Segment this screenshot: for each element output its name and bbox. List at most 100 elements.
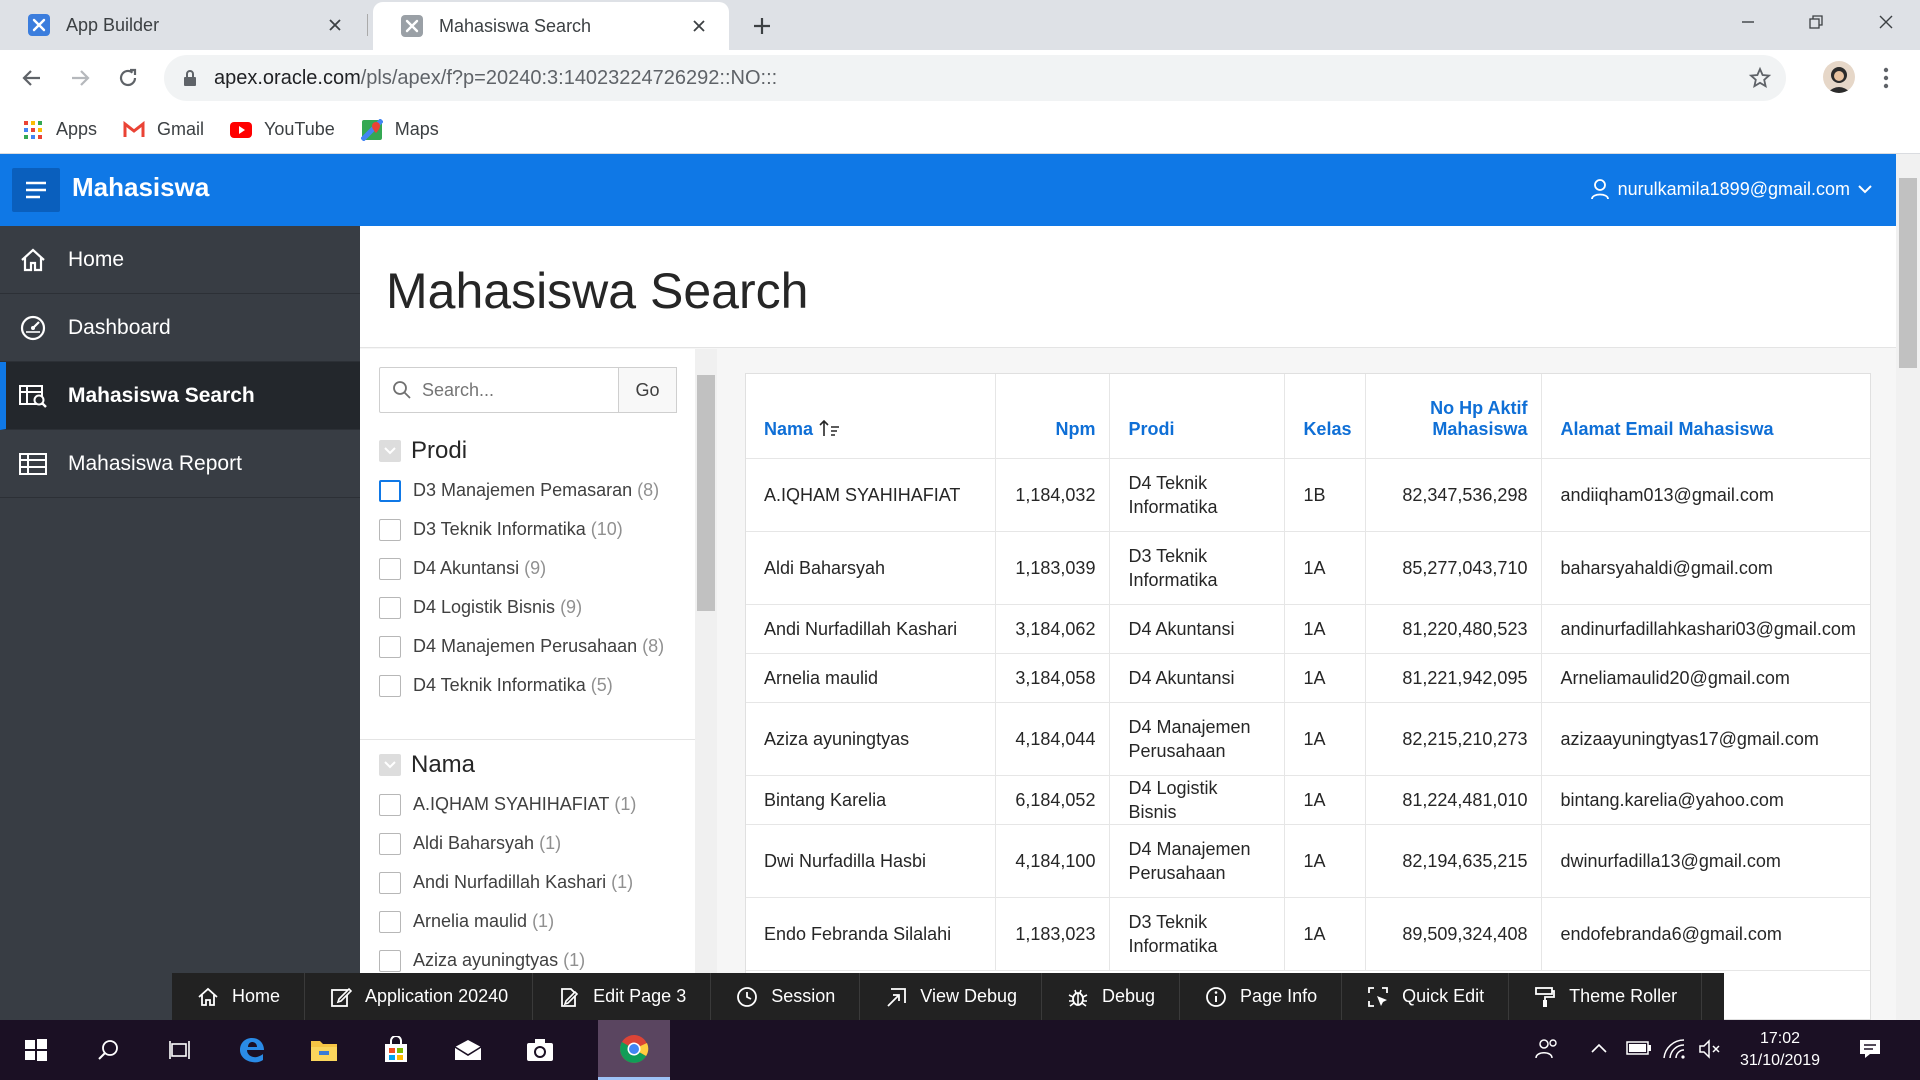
window-close-icon[interactable] [1852, 0, 1920, 44]
dev-view-debug-button[interactable]: View Debug [860, 973, 1042, 1020]
bookmark-youtube[interactable]: YouTube [230, 119, 335, 141]
scrollbar-thumb[interactable] [697, 375, 715, 611]
cell-email: endofebranda6@gmail.com [1541, 897, 1870, 971]
restore-icon[interactable] [1782, 0, 1850, 44]
cell-prodi: D4 Teknik Informatika [1109, 458, 1286, 532]
dev-button-label: Home [232, 986, 281, 1006]
dev-settings-button[interactable] [1702, 973, 1774, 1020]
profile-avatar[interactable] [1823, 61, 1855, 93]
dev-quick-edit-button[interactable]: Quick Edit [1342, 973, 1510, 1020]
task-view-icon[interactable] [144, 1020, 216, 1080]
bookmark-gmail[interactable]: Gmail [123, 119, 204, 141]
cell-npm: 1,184,032 [995, 458, 1111, 532]
column-header-email[interactable]: Alamat Email Mahasiswa [1541, 374, 1870, 459]
dev-theme-roller-button[interactable]: Theme Roller [1509, 973, 1703, 1020]
table-row: Aziza ayuningtyas 4,184,044 D4 Manajemen… [746, 702, 1870, 776]
scrollbar-thumb[interactable] [1899, 178, 1917, 368]
facet-option[interactable]: A.IQHAM SYAHIHAFIAT (1) [360, 785, 695, 824]
facet-option[interactable]: D4 Logistik Bisnis (9) [360, 588, 695, 627]
store-icon[interactable] [360, 1020, 432, 1080]
browser-tab-mahasiswa-search[interactable]: Mahasiswa Search [373, 2, 729, 50]
checkbox[interactable] [379, 596, 401, 619]
cell-nama: Andi Nurfadillah Kashari [746, 604, 997, 654]
column-header-nama[interactable]: Nama [746, 374, 997, 459]
user-menu[interactable]: nurulkamila1899@gmail.com [1590, 178, 1872, 200]
checkbox[interactable] [379, 479, 401, 502]
browser-tab-app-builder[interactable]: App Builder [0, 0, 365, 50]
close-icon[interactable] [687, 14, 711, 38]
column-header-kelas[interactable]: Kelas [1284, 374, 1367, 459]
checkbox[interactable] [379, 832, 401, 855]
column-header-no-hp[interactable]: No Hp Aktif Mahasiswa [1365, 374, 1543, 459]
checkbox[interactable] [379, 518, 401, 541]
checkbox[interactable] [379, 910, 401, 933]
minimize-icon[interactable] [1714, 0, 1782, 44]
facet-option[interactable]: D4 Manajemen Perusahaan (8) [360, 627, 695, 666]
edge-browser-icon[interactable] [216, 1020, 288, 1080]
checkbox[interactable] [379, 949, 401, 972]
search-input[interactable] [422, 379, 602, 401]
nav-item-home[interactable]: Home [0, 226, 360, 294]
facet-header-prodi[interactable]: Prodi [360, 431, 695, 471]
mail-icon[interactable] [432, 1020, 504, 1080]
star-icon[interactable] [1748, 66, 1772, 90]
menu-toggle-icon[interactable] [12, 168, 60, 212]
column-header-prodi[interactable]: Prodi [1109, 374, 1286, 459]
clock-icon [735, 985, 759, 1009]
battery-icon[interactable] [1626, 1040, 1652, 1056]
column-header-npm[interactable]: Npm [995, 374, 1111, 459]
facet-scrollbar[interactable] [695, 349, 717, 1020]
dev-application-button[interactable]: Application 20240 [305, 973, 534, 1020]
facet-option[interactable]: D4 Akuntansi (9) [360, 549, 695, 588]
forward-arrow-icon[interactable] [62, 60, 98, 96]
checkbox[interactable] [379, 871, 401, 894]
nav-item-dashboard[interactable]: Dashboard [0, 294, 360, 362]
people-icon[interactable] [1535, 1038, 1559, 1060]
windows-start-icon[interactable] [0, 1020, 72, 1080]
file-explorer-icon[interactable] [288, 1020, 360, 1080]
facet-option[interactable]: D4 Teknik Informatika (5) [360, 666, 695, 705]
bookmark-apps[interactable]: Apps [22, 119, 97, 141]
wifi-icon[interactable] [1662, 1038, 1686, 1060]
address-bar[interactable]: apex.oracle.com/pls/apex/f?p=20240:3:140… [164, 55, 1786, 101]
dev-debug-button[interactable]: Debug [1042, 973, 1181, 1020]
gear-icon [1726, 985, 1750, 1009]
facet-option[interactable]: Arnelia maulid (1) [360, 902, 695, 941]
reload-icon[interactable] [110, 60, 146, 96]
go-button[interactable]: Go [619, 367, 677, 413]
facet-header-nama[interactable]: Nama [360, 745, 695, 785]
nav-item-mahasiswa-search[interactable]: Mahasiswa Search [0, 362, 360, 430]
search-icon[interactable] [72, 1020, 144, 1080]
cell-no-hp: 82,347,536,298 [1365, 458, 1543, 532]
nav-item-mahasiswa-report[interactable]: Mahasiswa Report [0, 430, 360, 498]
dev-page-info-button[interactable]: Page Info [1180, 973, 1343, 1020]
checkbox[interactable] [379, 674, 401, 697]
volume-muted-icon[interactable] [1698, 1038, 1722, 1060]
close-icon[interactable] [323, 13, 347, 37]
facet-option-label: Andi Nurfadillah Kashari [413, 872, 607, 892]
edit-page-icon [557, 985, 581, 1009]
dev-edit-page-button[interactable]: Edit Page 3 [533, 973, 712, 1020]
chrome-icon[interactable] [598, 1020, 670, 1080]
dev-session-button[interactable]: Session [711, 973, 861, 1020]
system-clock[interactable]: 17:02 31/10/2019 [1720, 1028, 1840, 1072]
back-arrow-icon[interactable] [14, 60, 50, 96]
more-menu-icon[interactable] [1876, 62, 1896, 94]
facet-option[interactable]: Andi Nurfadillah Kashari (1) [360, 863, 695, 902]
chevron-up-icon[interactable] [1590, 1042, 1608, 1054]
search-field[interactable] [379, 367, 619, 413]
checkbox[interactable] [379, 635, 401, 658]
facet-option[interactable]: D3 Manajemen Pemasaran (8) [360, 471, 695, 510]
checkbox[interactable] [379, 557, 401, 580]
dev-home-button[interactable]: Home [172, 973, 306, 1020]
notifications-icon[interactable] [1858, 1038, 1882, 1060]
facet-option[interactable]: Aldi Baharsyah (1) [360, 824, 695, 863]
camera-icon[interactable] [504, 1020, 576, 1080]
bookmark-maps[interactable]: Maps [360, 118, 439, 141]
facet-option[interactable]: D3 Teknik Informatika (10) [360, 510, 695, 549]
checkbox[interactable] [379, 793, 401, 816]
page-scrollbar[interactable] [1896, 154, 1920, 1020]
new-tab-icon[interactable] [748, 12, 776, 40]
dev-button-label: Debug [1102, 986, 1156, 1006]
app-title[interactable]: Mahasiswa [72, 172, 209, 203]
